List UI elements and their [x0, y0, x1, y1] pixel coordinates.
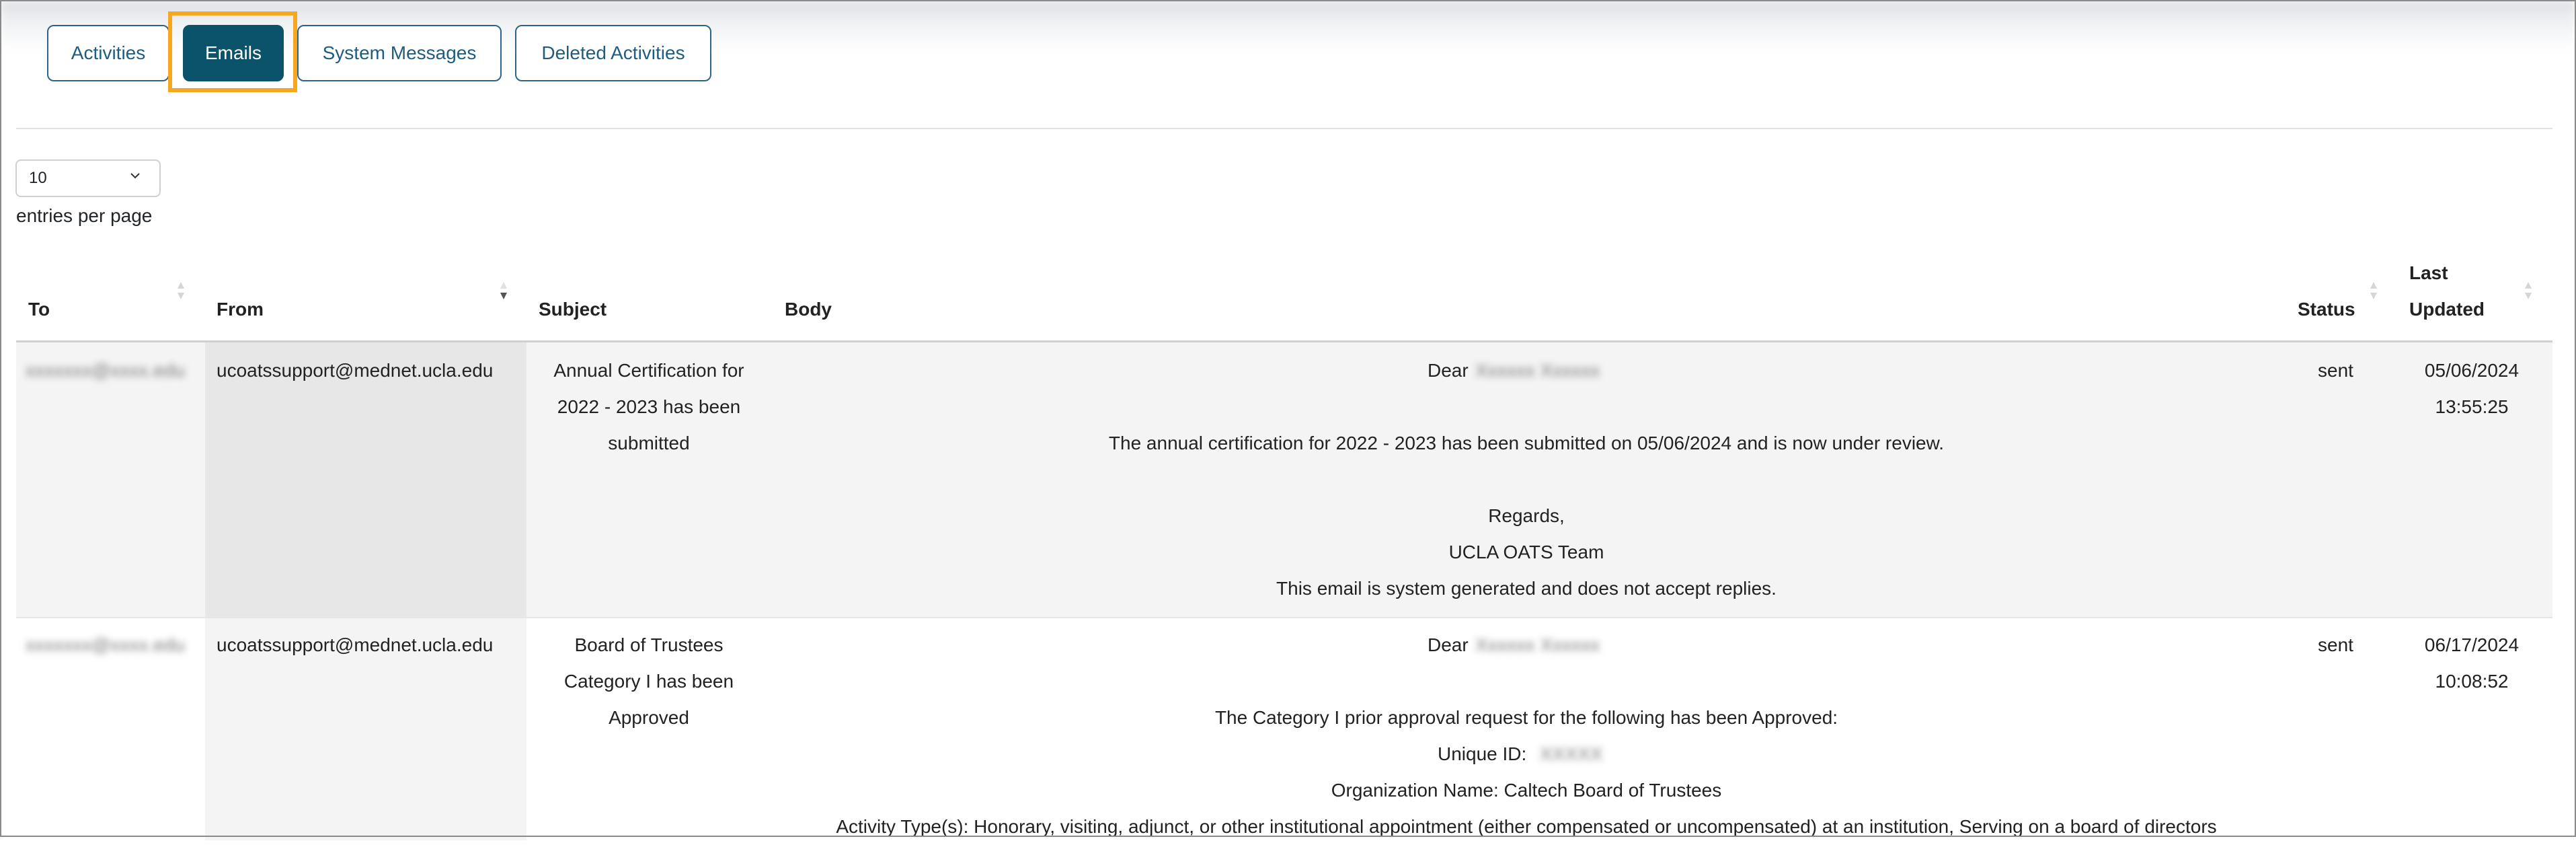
recipient-name: Xxxxxx Xxxxxx: [1475, 360, 1600, 381]
subject-line: Approved: [609, 707, 689, 728]
page-size-value: 10: [29, 169, 47, 187]
body-team: UCLA OATS Team: [1448, 542, 1604, 562]
last-updated-time: 13:55:25: [2435, 396, 2509, 417]
subject-line: Category I has been: [563, 671, 734, 692]
body-greeting: Dear: [1428, 360, 1469, 381]
subject-line: Board of Trustees: [574, 634, 724, 655]
chevron-down-icon: [130, 173, 140, 179]
last-updated-date: 05/06/2024: [2424, 360, 2520, 381]
column-header-to[interactable]: To: [28, 299, 50, 320]
column-header-last-updated-line2[interactable]: Updated: [2409, 299, 2485, 320]
body-greeting: Dear: [1428, 634, 1469, 655]
entries-per-page-label: entries per page: [16, 205, 153, 226]
subject-line: Annual Certification for: [553, 360, 744, 381]
page-size-select[interactable]: 10: [15, 159, 161, 197]
tab-deleted-activities[interactable]: Deleted Activities: [515, 25, 711, 81]
tab-system-messages[interactable]: System Messages: [297, 25, 502, 81]
to-email: xxxxxxx@xxxx.edu: [26, 634, 185, 655]
sort-desc-icon[interactable]: [500, 281, 508, 301]
column-header-subject: Subject: [539, 299, 607, 320]
column-header-body: Body: [785, 299, 832, 320]
body-text: The Category I prior approval request fo…: [1214, 707, 1838, 728]
subject-line: 2022 - 2023 has been: [557, 396, 741, 417]
divider: [16, 128, 2552, 129]
unique-id-value: XXXXX: [1540, 743, 1603, 764]
active-tab-highlight: [168, 11, 297, 92]
body-footer: This email is system generated and does …: [1276, 578, 1777, 599]
body-text: The annual certification for 2022 - 2023…: [1108, 433, 1945, 453]
subject-line: submitted: [608, 433, 690, 453]
sort-icon[interactable]: [2524, 281, 2532, 301]
from-email: ucoatssupport@mednet.ucla.edu: [217, 634, 494, 655]
tab-bar: Activities Emails System Messages Delete…: [0, 0, 2576, 94]
activity-types: Activity Type(s): Honorary, visiting, ad…: [836, 816, 2217, 837]
unique-id-label: Unique ID:: [1438, 743, 1527, 764]
sort-icon[interactable]: [177, 281, 185, 301]
tab-activities[interactable]: Activities: [47, 25, 169, 81]
column-header-status[interactable]: Status: [2298, 299, 2355, 320]
organization-name: Organization Name: Caltech Board of Trus…: [1331, 780, 1722, 801]
column-header-last-updated-line1[interactable]: Last: [2409, 262, 2448, 284]
sort-icon[interactable]: [2370, 281, 2378, 301]
body-regards: Regards,: [1488, 505, 1565, 526]
status-text: sent: [2318, 634, 2353, 655]
last-updated-date: 06/17/2024: [2424, 634, 2520, 655]
status-text: sent: [2318, 360, 2353, 381]
recipient-name: Xxxxxx Xxxxxx: [1475, 634, 1600, 655]
last-updated-time: 10:08:52: [2435, 671, 2509, 692]
to-email: xxxxxxx@xxxx.edu: [26, 360, 185, 381]
column-header-from[interactable]: From: [217, 299, 264, 320]
from-email: ucoatssupport@mednet.ucla.edu: [217, 360, 494, 381]
